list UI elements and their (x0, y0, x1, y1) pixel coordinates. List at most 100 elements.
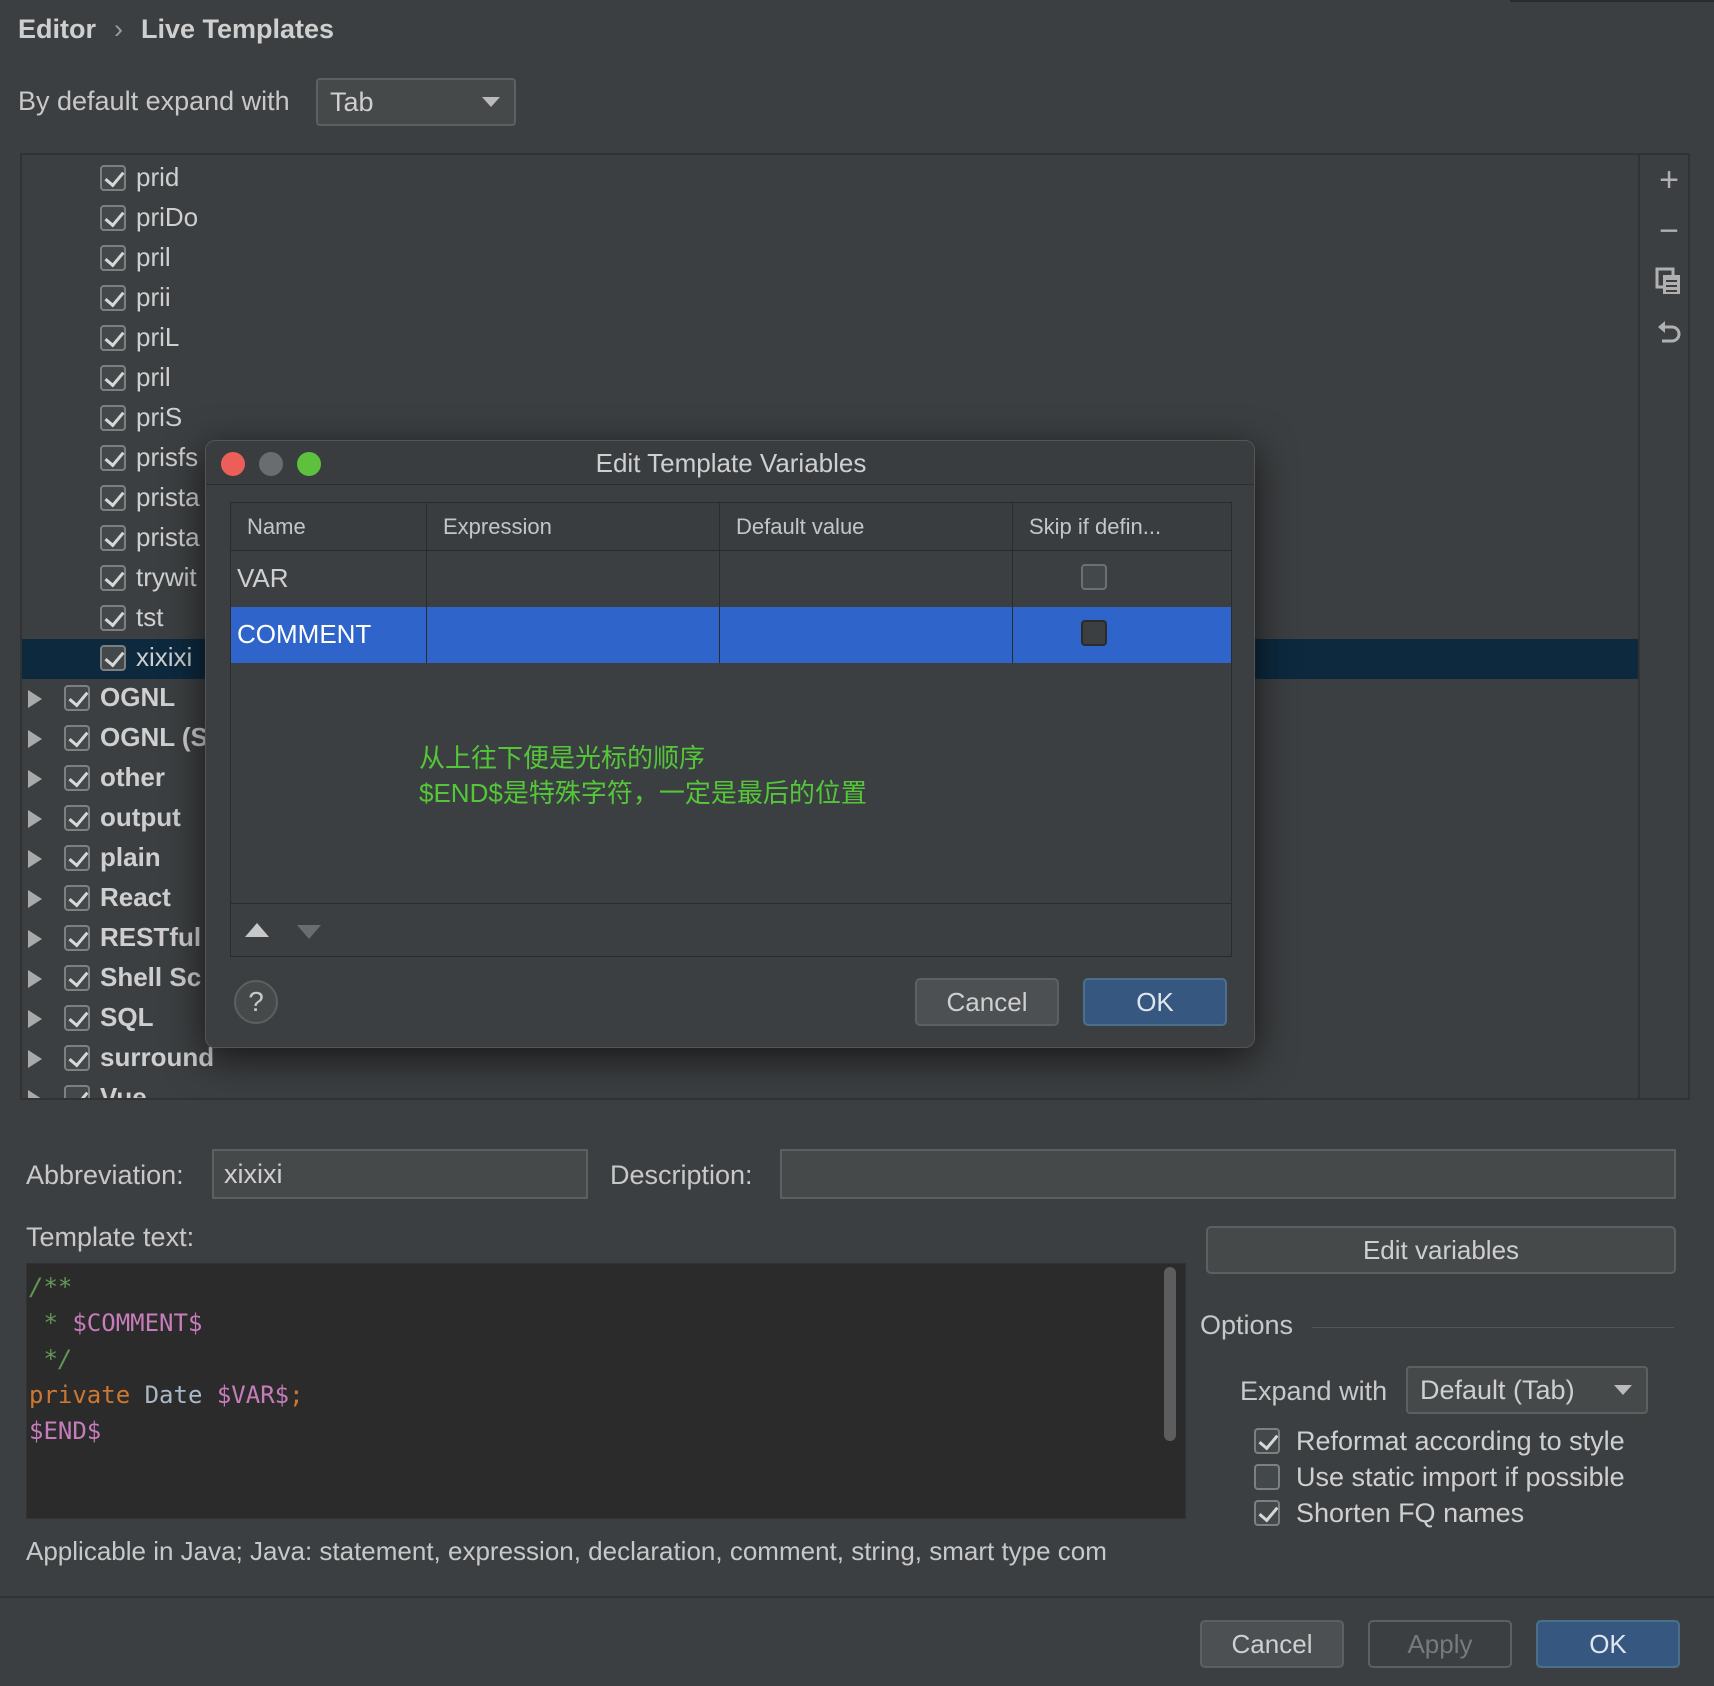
copy-icon[interactable] (1652, 266, 1686, 300)
default-expand-label: By default expand with (18, 86, 290, 116)
dialog-titlebar: Edit Template Variables (206, 441, 1254, 485)
template-checkbox[interactable] (100, 485, 126, 511)
edit-variables-button[interactable]: Edit variables (1206, 1226, 1676, 1274)
group-checkbox[interactable] (64, 965, 90, 991)
tree-row[interactable]: priL (22, 319, 1638, 359)
annotation-line-1: 从上往下便是光标的顺序 (419, 743, 706, 773)
cell-name[interactable]: COMMENT (231, 607, 427, 663)
skip-checkbox[interactable] (1081, 564, 1107, 590)
template-checkbox[interactable] (100, 405, 126, 431)
description-input[interactable] (780, 1149, 1676, 1199)
template-checkbox[interactable] (100, 565, 126, 591)
template-label: priL (136, 322, 180, 352)
expand-arrow-icon[interactable] (28, 1010, 42, 1028)
default-expand-select[interactable]: Tab (316, 78, 516, 126)
skip-checkbox[interactable] (1081, 620, 1107, 646)
applicable-contexts[interactable]: Applicable in Java; Java: statement, exp… (26, 1536, 1186, 1567)
help-button[interactable]: ? (234, 980, 278, 1024)
cell-default-value[interactable] (720, 607, 1013, 663)
group-checkbox[interactable] (64, 845, 90, 871)
add-icon[interactable]: + (1652, 163, 1686, 197)
expand-arrow-icon[interactable] (28, 930, 42, 948)
template-text-label: Template text: (26, 1222, 195, 1252)
template-text-editor[interactable]: /** * $COMMENT$ */ private Date $VAR$; $EN… (26, 1263, 1186, 1519)
remove-icon[interactable]: − (1652, 214, 1686, 248)
ok-button[interactable]: OK (1536, 1620, 1680, 1668)
group-label: surround (100, 1042, 215, 1072)
dialog-cancel-button[interactable]: Cancel (915, 978, 1059, 1026)
template-checkbox[interactable] (100, 325, 126, 351)
column-header-default-value[interactable]: Default value (720, 503, 1013, 551)
template-checkbox[interactable] (100, 525, 126, 551)
edit-template-variables-dialog: Edit Template Variables Name Expression … (205, 440, 1255, 1048)
options-title: Options (1200, 1310, 1294, 1340)
cell-skip (1013, 607, 1231, 663)
template-checkbox[interactable] (100, 165, 126, 191)
group-label: other (100, 762, 165, 792)
dialog-ok-button[interactable]: OK (1083, 978, 1227, 1026)
annotation-note: 从上往下便是光标的顺序 $END$是特殊字符，一定是最后的位置 (419, 741, 867, 811)
group-checkbox[interactable] (64, 1045, 90, 1071)
expand-arrow-icon[interactable] (28, 850, 42, 868)
expand-arrow-icon[interactable] (28, 1090, 42, 1098)
description-label: Description: (610, 1160, 753, 1190)
table-row[interactable]: VAR (231, 551, 1231, 607)
cell-expression[interactable] (427, 607, 720, 663)
tree-group-row[interactable]: Vue (22, 1079, 1638, 1098)
expand-arrow-icon[interactable] (28, 810, 42, 828)
expand-arrow-icon[interactable] (28, 890, 42, 908)
group-checkbox[interactable] (64, 1005, 90, 1031)
group-checkbox[interactable] (64, 885, 90, 911)
cell-default-value[interactable] (720, 551, 1013, 607)
group-label: SQL (100, 1002, 154, 1032)
template-label: prid (136, 162, 180, 192)
cancel-button[interactable]: Cancel (1200, 1620, 1344, 1668)
apply-button[interactable]: Apply (1368, 1620, 1512, 1668)
template-checkbox[interactable] (100, 285, 126, 311)
tree-row[interactable]: priS (22, 399, 1638, 439)
group-checkbox[interactable] (64, 685, 90, 711)
dialog-title: Edit Template Variables (595, 448, 867, 478)
expand-arrow-icon[interactable] (28, 970, 42, 988)
group-checkbox[interactable] (64, 765, 90, 791)
expand-arrow-icon[interactable] (28, 730, 42, 748)
option-checkbox[interactable] (1254, 1428, 1280, 1454)
move-down-icon[interactable] (297, 925, 321, 939)
expand-arrow-icon[interactable] (28, 1050, 42, 1068)
template-checkbox[interactable] (100, 605, 126, 631)
expand-with-select[interactable]: Default (Tab) (1406, 1366, 1648, 1414)
column-header-expression[interactable]: Expression (427, 503, 720, 551)
group-checkbox[interactable] (64, 925, 90, 951)
cell-name[interactable]: VAR (231, 551, 427, 607)
option-checkbox[interactable] (1254, 1464, 1280, 1490)
undo-icon[interactable] (1652, 318, 1686, 352)
table-row-selected[interactable]: COMMENT (231, 607, 1231, 663)
expand-arrow-icon[interactable] (28, 770, 42, 788)
abbreviation-input[interactable]: xixixi (212, 1149, 588, 1199)
group-checkbox[interactable] (64, 1085, 90, 1098)
cell-expression[interactable] (427, 551, 720, 607)
column-header-name[interactable]: Name (231, 503, 427, 551)
tree-row[interactable]: pril (22, 239, 1638, 279)
tree-row[interactable]: priDo (22, 199, 1638, 239)
tree-row[interactable]: prii (22, 279, 1638, 319)
template-checkbox[interactable] (100, 645, 126, 671)
template-checkbox[interactable] (100, 445, 126, 471)
expand-arrow-icon[interactable] (28, 690, 42, 708)
template-label: tst (136, 602, 164, 632)
editor-scrollbar[interactable] (1164, 1267, 1176, 1441)
variables-table[interactable]: Name Expression Default value Skip if de… (230, 502, 1232, 957)
move-up-icon[interactable] (245, 923, 269, 937)
tree-row[interactable]: pril (22, 359, 1638, 399)
group-checkbox[interactable] (64, 725, 90, 751)
template-checkbox[interactable] (100, 365, 126, 391)
tree-row[interactable]: prid (22, 159, 1638, 199)
option-checkbox[interactable] (1254, 1500, 1280, 1526)
template-checkbox[interactable] (100, 205, 126, 231)
expand-with-label: Expand with (1240, 1376, 1388, 1406)
template-checkbox[interactable] (100, 245, 126, 271)
breadcrumb-parent[interactable]: Editor (18, 14, 96, 44)
code-comment-variable: $COMMENT$ (72, 1309, 203, 1337)
group-checkbox[interactable] (64, 805, 90, 831)
column-header-skip[interactable]: Skip if defin... (1013, 503, 1231, 551)
